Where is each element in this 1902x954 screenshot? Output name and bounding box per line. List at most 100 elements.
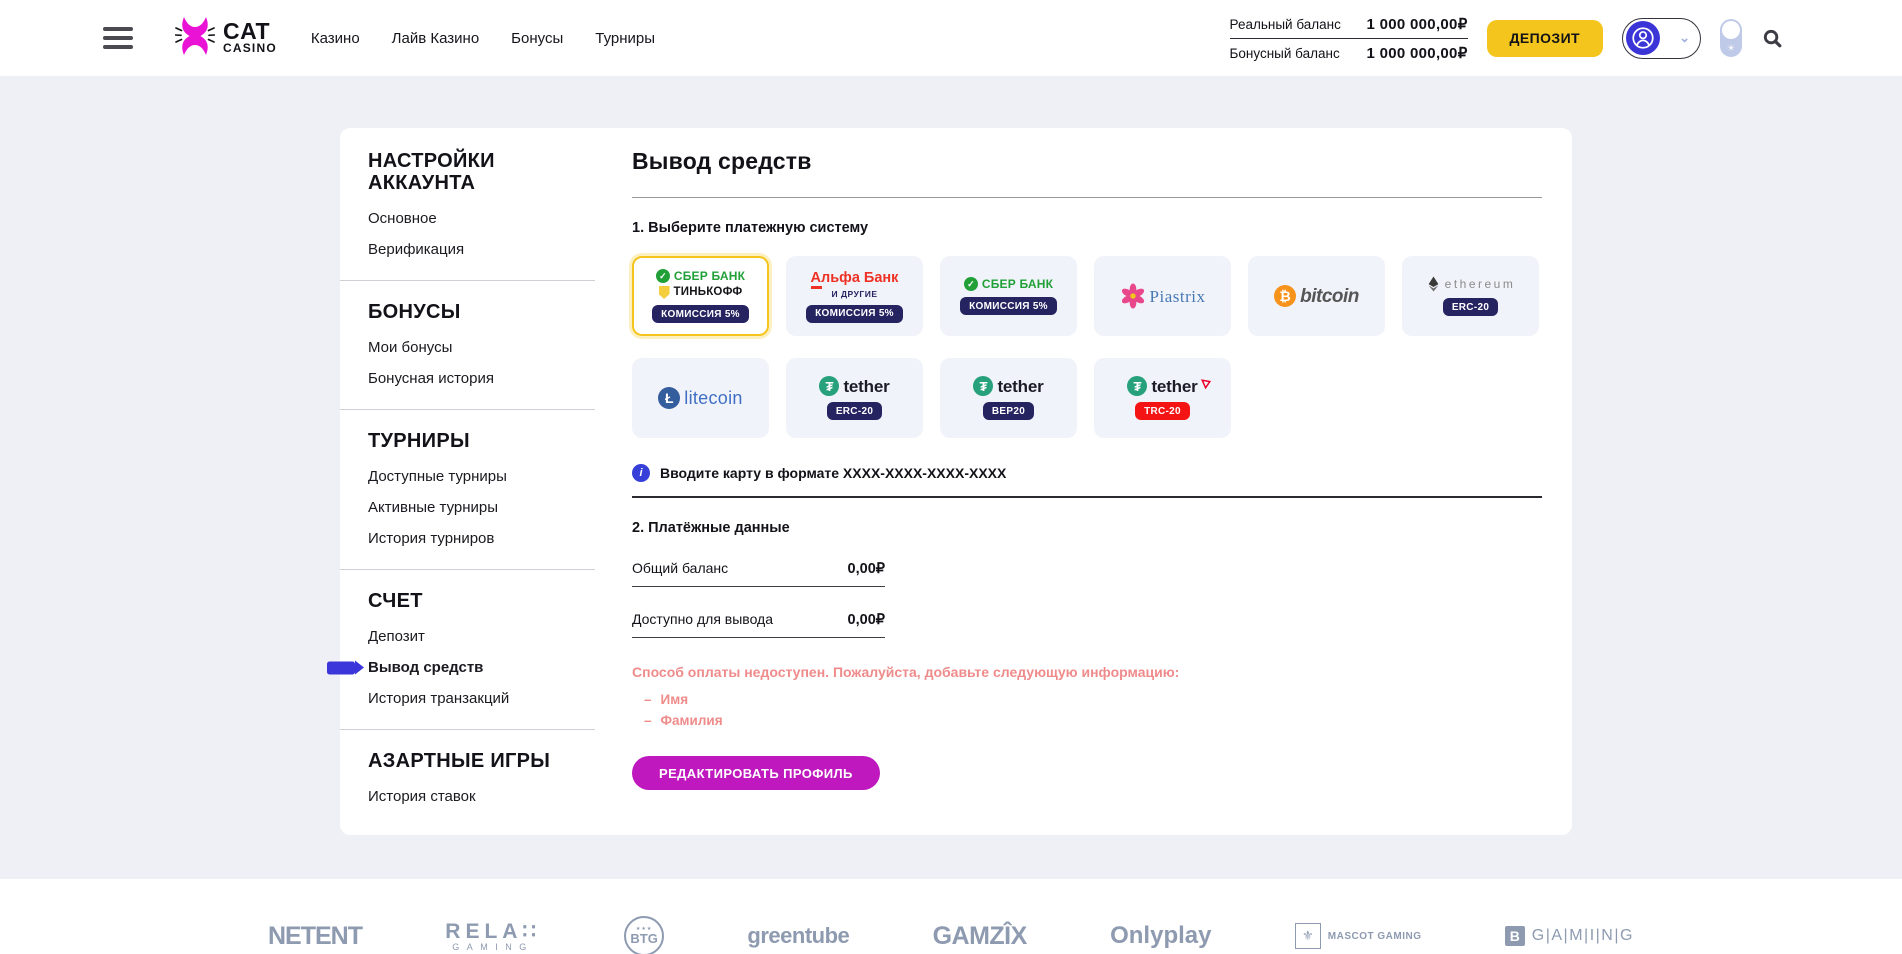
nav-item-tournaments[interactable]: Турниры [595, 30, 655, 47]
available-balance-label: Доступно для вывода [632, 611, 773, 627]
available-balance-row: Доступно для вывода 0,00₽ [632, 611, 885, 638]
litecoin-icon: Ł [658, 387, 680, 409]
info-text: Вводите карту в формате ХХХХ-ХХХХ-ХХХХ-Х… [660, 465, 1006, 481]
section-title: СЧЕТ [368, 590, 585, 612]
step1-label: 1. Выберите платежную систему [632, 220, 1542, 236]
withdrawal-content: Вывод средств 1. Выберите платежную сист… [595, 128, 1579, 835]
sidebar-section-account-settings: НАСТРОЙКИ АККАУНТА Основное Верификация [340, 150, 595, 258]
top-header: CAT CASINO Казино Лайв Казино Бонусы Тур… [0, 0, 1902, 76]
sidebar-item-verification[interactable]: Верификация [368, 241, 585, 258]
provider-logo-netent: NETENT [268, 922, 362, 951]
payment-tile-alfa[interactable]: Альфа Банк И ДРУГИЕ КОМИССИЯ 5% [786, 256, 923, 336]
avatar-icon [1626, 21, 1660, 55]
hamburger-menu-icon[interactable] [103, 27, 133, 49]
tether-icon: ₮ [819, 376, 839, 396]
payment-unavailable-warning: Способ оплаты недоступен. Пожалуйста, до… [632, 664, 1542, 680]
payment-tile-tether-trc20[interactable]: ₮tether TRC-20 [1094, 358, 1231, 438]
chevron-down-icon: ⌄ [1679, 30, 1690, 46]
section-title: НАСТРОЙКИ АККАУНТА [368, 150, 585, 194]
sber-check-icon: ✓ [964, 277, 978, 291]
sidebar-section-account: СЧЕТ Депозит Вывод средств История транз… [340, 569, 595, 707]
main-nav: Казино Лайв Казино Бонусы Турниры [311, 30, 655, 47]
payment-tile-sber-tinkoff[interactable]: ✓СБЕР БАНК ТИНЬКОФФ КОМИССИЯ 5% [632, 256, 769, 336]
divider [632, 197, 1542, 198]
missing-field-last-name: Фамилия [632, 713, 1542, 728]
provider-logo-bgaming: B G|A|M|I|N|G [1505, 926, 1634, 946]
commission-badge: КОМИССИЯ 5% [960, 297, 1057, 315]
page-title: Вывод средств [632, 148, 1542, 175]
bitcoin-icon: ₿ [1274, 285, 1296, 307]
missing-field-first-name: Имя [632, 692, 1542, 707]
provider-logo-onlyplay: Onlyplay [1110, 922, 1211, 950]
edit-profile-button[interactable]: РЕДАКТИРОВАТЬ ПРОФИЛЬ [632, 756, 880, 790]
sidebar-section-bonuses: БОНУСЫ Мои бонусы Бонусная история [340, 280, 595, 387]
theme-toggle[interactable]: ☀ [1720, 19, 1742, 57]
search-icon [1761, 27, 1784, 50]
sidebar-section-gambling: АЗАРТНЫЕ ИГРЫ История ставок [340, 729, 595, 805]
tether-icon: ₮ [1127, 376, 1147, 396]
sidebar-item-bet-history[interactable]: История ставок [368, 788, 585, 805]
real-balance-value: 1 000 000,00₽ [1367, 15, 1468, 33]
toggle-knob [1722, 21, 1740, 39]
sidebar-item-available-tournaments[interactable]: Доступные турниры [368, 468, 585, 485]
active-item-arrow-icon [327, 661, 355, 674]
payment-tile-tether-bep20[interactable]: ₮tether BEP20 [940, 358, 1077, 438]
providers-footer: NETENT RELA∷ GAMING ★★★ BTG greentube GA… [0, 879, 1902, 954]
commission-badge: КОМИССИЯ 5% [806, 305, 903, 323]
sidebar-item-main[interactable]: Основное [368, 210, 585, 227]
payment-tile-tether-erc20[interactable]: ₮tether ERC-20 [786, 358, 923, 438]
payment-tile-ethereum[interactable]: ethereum ERC-20 [1402, 256, 1539, 336]
deposit-button[interactable]: ДЕПОЗИТ [1487, 20, 1603, 57]
sidebar-item-transaction-history[interactable]: История транзакций [368, 690, 585, 707]
available-balance-value: 0,00₽ [848, 612, 885, 628]
balance-summary: Реальный баланс 1 000 000,00₽ Бонусный б… [1230, 15, 1468, 62]
payment-tile-sber[interactable]: ✓СБЕР БАНК КОМИССИЯ 5% [940, 256, 1077, 336]
total-balance-row: Общий баланс 0,00₽ [632, 560, 885, 587]
logo-word-cat: CAT [223, 21, 277, 43]
provider-logo-mascot-gaming: ⚜ MASCOT GAMING [1295, 923, 1422, 949]
sidebar-section-tournaments: ТУРНИРЫ Доступные турниры Активные турни… [340, 409, 595, 547]
mascot-gaming-icon: ⚜ [1295, 923, 1321, 949]
section-title: АЗАРТНЫЕ ИГРЫ [368, 750, 585, 772]
sber-check-icon: ✓ [656, 269, 670, 283]
tether-icon: ₮ [973, 376, 993, 396]
cat-casino-logo[interactable]: CAT CASINO [175, 16, 277, 61]
payment-tile-litecoin[interactable]: Łlitecoin [632, 358, 769, 438]
network-badge: TRC-20 [1135, 402, 1190, 420]
tinkoff-shield-icon [659, 286, 670, 299]
provider-logo-btg: ★★★ BTG [624, 916, 664, 954]
real-balance-row: Реальный баланс 1 000 000,00₽ [1230, 15, 1468, 39]
payment-tile-bitcoin[interactable]: ₿bitcoin [1248, 256, 1385, 336]
section-title: ТУРНИРЫ [368, 430, 585, 452]
provider-logo-greentube: greentube [747, 923, 849, 949]
sidebar-item-withdrawal[interactable]: Вывод средств [368, 659, 585, 676]
sidebar-item-bonus-history[interactable]: Бонусная история [368, 370, 585, 387]
network-badge: ERC-20 [1443, 298, 1498, 316]
nav-item-bonuses[interactable]: Бонусы [511, 30, 563, 47]
info-icon: i [632, 464, 650, 482]
divider [632, 496, 1542, 498]
account-sidebar: НАСТРОЙКИ АККАУНТА Основное Верификация … [340, 128, 595, 835]
search-button[interactable] [1761, 27, 1784, 50]
bonus-balance-row: Бонусный баланс 1 000 000,00₽ [1230, 44, 1468, 62]
sidebar-item-active-tournaments[interactable]: Активные турниры [368, 499, 585, 516]
withdrawal-card: НАСТРОЙКИ АККАУНТА Основное Верификация … [340, 128, 1572, 835]
payment-methods-grid: ✓СБЕР БАНК ТИНЬКОФФ КОМИССИЯ 5% Альфа Ба… [632, 256, 1542, 438]
total-balance-value: 0,00₽ [848, 561, 885, 577]
total-balance-label: Общий баланс [632, 560, 728, 576]
sidebar-item-deposit[interactable]: Депозит [368, 628, 585, 645]
nav-item-live-casino[interactable]: Лайв Казино [392, 30, 480, 47]
nav-item-casino[interactable]: Казино [311, 30, 360, 47]
tron-icon [1201, 376, 1211, 394]
section-title: БОНУСЫ [368, 301, 585, 323]
sidebar-item-my-bonuses[interactable]: Мои бонусы [368, 339, 585, 356]
payment-tile-piastrix[interactable]: Piastrix [1094, 256, 1231, 336]
provider-logo-relax-gaming: RELA∷ GAMING [445, 920, 541, 953]
profile-menu-button[interactable]: ⌄ [1622, 18, 1701, 59]
sidebar-item-tournament-history[interactable]: История турниров [368, 530, 585, 547]
missing-fields-list: Имя Фамилия [632, 692, 1542, 728]
page-body: НАСТРОЙКИ АККАУНТА Основное Верификация … [0, 76, 1902, 857]
provider-logo-gamzix: GAMZÎX [933, 922, 1027, 951]
cat-logo-icon [175, 16, 215, 61]
bonus-balance-value: 1 000 000,00₽ [1367, 44, 1468, 62]
